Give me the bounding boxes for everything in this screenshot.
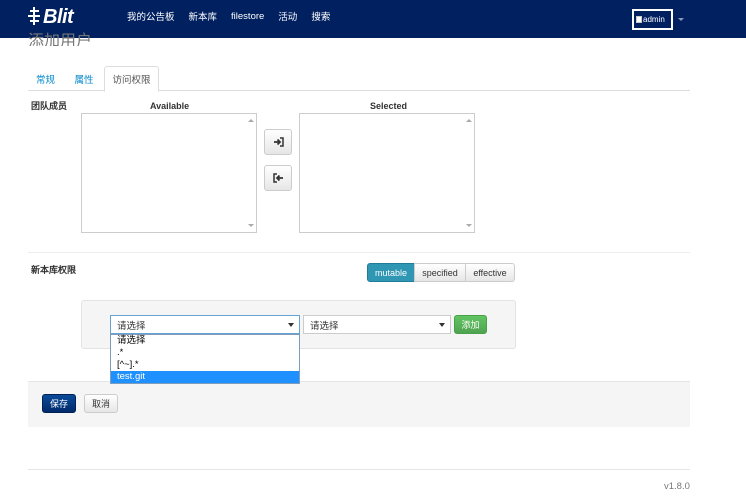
nav-search[interactable]: 搜索 <box>311 9 330 23</box>
selected-header: Selected <box>370 101 408 111</box>
main-nav: 我的公告板 新本库 filestore 活动 搜索 <box>127 0 344 32</box>
form-actions-bar <box>28 381 690 427</box>
dropdown-option[interactable]: [^~].* <box>111 359 299 371</box>
dropdown-option[interactable]: 请选择 <box>111 335 299 347</box>
available-header: Available <box>150 101 190 111</box>
top-navbar: Blit 我的公告板 新本库 filestore 活动 搜索 admin <box>0 0 746 38</box>
nav-dashboard[interactable]: 我的公告板 <box>127 9 175 23</box>
dropdown-option[interactable]: .* <box>111 347 299 359</box>
app-logo[interactable]: Blit <box>28 5 74 29</box>
repository-select-value: 请选择 <box>117 320 146 332</box>
repo-permissions-label: 新本库权限 <box>31 265 77 275</box>
dropdown-arrow-icon <box>439 323 445 327</box>
dropdown-arrow-icon <box>288 323 294 327</box>
arrow-left-icon <box>272 173 283 183</box>
team-members-label: 团队成员 <box>31 101 68 111</box>
available-list[interactable] <box>81 113 257 233</box>
add-permission-button[interactable]: 添加 <box>454 315 487 334</box>
save-button[interactable]: 保存 <box>42 394 76 413</box>
move-right-button[interactable] <box>264 129 292 155</box>
repository-dropdown-list[interactable]: 请选择 .* [^~].* test.git <box>110 334 300 384</box>
arrow-right-icon <box>273 137 284 147</box>
avatar-alt-text: admin <box>643 15 665 24</box>
page-title: 添加用户 <box>28 33 93 46</box>
scroll-up-icon[interactable] <box>466 119 472 122</box>
logo-mark-icon <box>28 7 42 27</box>
repository-select[interactable]: 请选择 <box>110 315 300 334</box>
mode-mutable-button[interactable]: mutable <box>367 263 415 282</box>
section-divider <box>28 252 690 253</box>
scroll-down-icon[interactable] <box>466 224 472 227</box>
dropdown-option-highlighted[interactable]: test.git <box>111 371 299 383</box>
permission-select[interactable]: 请选择 <box>303 315 451 334</box>
scroll-down-icon[interactable] <box>248 224 254 227</box>
move-left-button[interactable] <box>264 165 292 191</box>
permission-select-value: 请选择 <box>310 320 339 332</box>
avatar[interactable]: admin <box>632 9 673 30</box>
mode-effective-button[interactable]: effective <box>465 263 515 282</box>
nav-filestore[interactable]: filestore <box>231 11 264 22</box>
tab-bar: 常规 属性 访问权限 <box>28 66 690 92</box>
permission-mode-group: mutable specified effective <box>367 263 515 282</box>
logo-text: Blit <box>43 5 74 28</box>
user-menu[interactable]: admin <box>632 9 684 30</box>
tab-access-permissions[interactable]: 访问权限 <box>104 66 159 92</box>
broken-image-icon <box>636 16 642 23</box>
scrollbar[interactable] <box>464 114 474 232</box>
nav-repositories[interactable]: 新本库 <box>189 9 218 23</box>
scrollbar[interactable] <box>246 114 256 232</box>
footer-divider <box>28 469 690 470</box>
cancel-button[interactable]: 取消 <box>84 394 118 413</box>
version-label: v1.8.0 <box>664 481 690 492</box>
nav-activity[interactable]: 活动 <box>278 9 297 23</box>
scroll-up-icon[interactable] <box>248 119 254 122</box>
tab-general[interactable]: 常规 <box>28 66 63 91</box>
mode-specified-button[interactable]: specified <box>414 263 466 282</box>
selected-list[interactable] <box>299 113 475 233</box>
chevron-down-icon[interactable] <box>678 18 684 21</box>
tab-attributes[interactable]: 属性 <box>67 66 101 91</box>
